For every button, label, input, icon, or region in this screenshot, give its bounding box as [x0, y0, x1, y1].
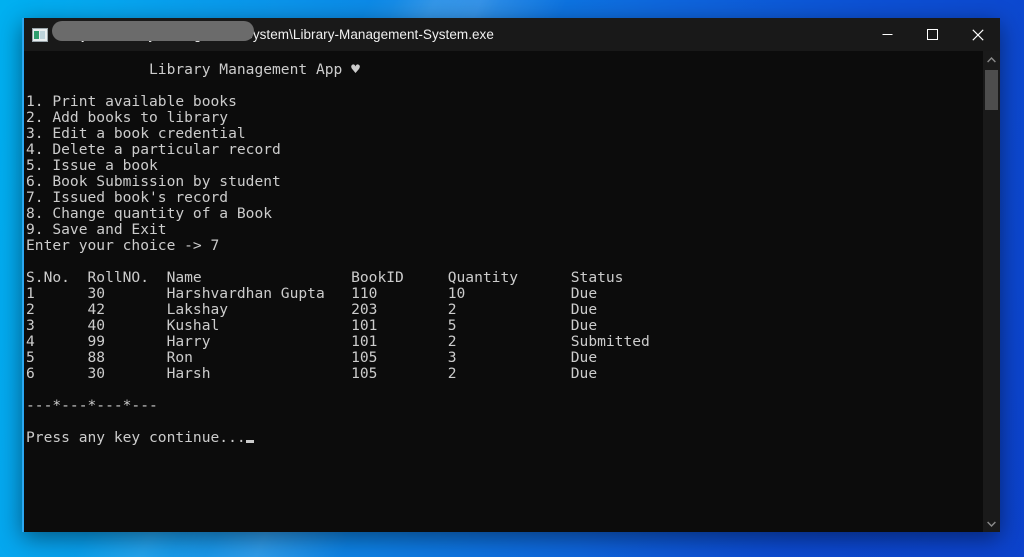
table-row: 5 88 Ron 105 3 Due: [26, 349, 598, 366]
menu-item-3: 3. Edit a book credential: [26, 125, 246, 142]
window-title: \Projects\Library-Management-System\Libr…: [57, 27, 494, 42]
maximize-button[interactable]: [910, 18, 955, 51]
console-app-icon: [32, 27, 48, 43]
separator-line: ---*---*---*---: [26, 397, 158, 414]
window-controls: [865, 18, 1000, 51]
table-row: 1 30 Harshvardhan Gupta 110 10 Due: [26, 285, 598, 302]
menu-item-5: 5. Issue a book: [26, 157, 158, 174]
menu-item-1: 1. Print available books: [26, 93, 237, 110]
console-app-title: Library Management App ♥: [26, 61, 360, 78]
minimize-button[interactable]: [865, 18, 910, 51]
close-button[interactable]: [955, 18, 1000, 51]
menu-item-8: 8. Change quantity of a Book: [26, 205, 273, 222]
table-row: 4 99 Harry 101 2 Submitted: [26, 333, 650, 350]
text-cursor: [245, 440, 254, 443]
menu-item-6: 6. Book Submission by student: [26, 173, 281, 190]
footer-prompt: Press any key continue...: [26, 429, 246, 446]
title-bar[interactable]: \Projects\Library-Management-System\Libr…: [24, 18, 1000, 51]
menu-item-7: 7. Issued book's record: [26, 189, 229, 206]
table-header-row: S.No. RollNO. Name BookID Quantity Statu…: [26, 269, 624, 286]
table-row: 2 42 Lakshay 203 2 Due: [26, 301, 598, 318]
menu-item-4: 4. Delete a particular record: [26, 141, 281, 158]
chevron-down-icon[interactable]: [983, 515, 1000, 532]
choice-prompt: Enter your choice -> 7: [26, 237, 220, 254]
scrollbar-thumb[interactable]: [985, 70, 998, 110]
chevron-up-icon[interactable]: [983, 51, 1000, 68]
table-row: 3 40 Kushal 101 5 Due: [26, 317, 598, 334]
table-row: 6 30 Harsh 105 2 Due: [26, 365, 598, 382]
console-output[interactable]: Library Management App ♥ 1. Print availa…: [24, 51, 983, 532]
console-body: Library Management App ♥ 1. Print availa…: [24, 51, 1000, 532]
scrollbar-track[interactable]: [983, 68, 1000, 515]
menu-item-2: 2. Add books to library: [26, 109, 229, 126]
console-scrollbar[interactable]: [983, 51, 1000, 532]
menu-item-9: 9. Save and Exit: [26, 221, 167, 238]
console-window: \Projects\Library-Management-System\Libr…: [22, 18, 1000, 532]
